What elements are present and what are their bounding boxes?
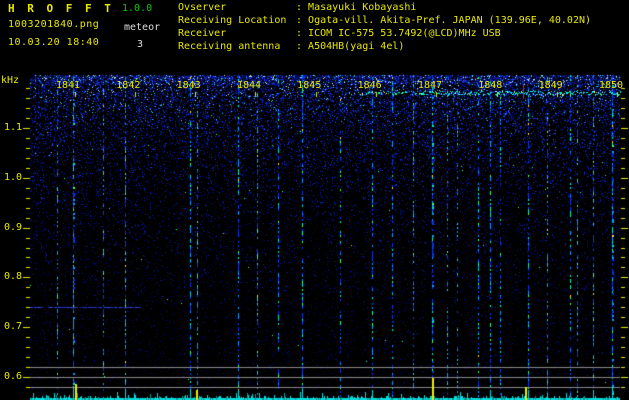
freq-tick-label: 0.8 [3, 271, 22, 283]
info-row: Receiving antenna A504HB(yagi 4el) [178, 41, 591, 54]
info-value: Ogata-vill. Akita-Pref. JAPAN (139.96E, … [296, 15, 591, 26]
output-filename: 1003201840.png [8, 19, 100, 30]
time-tick-label: 1843 [176, 80, 201, 91]
info-label: Receiver [178, 28, 227, 39]
time-tick-label: 1841 [55, 80, 81, 91]
time-tick-label: 1842 [116, 80, 141, 91]
info-row: Receiving Location Ogata-vill. Akita-Pref… [178, 15, 591, 28]
time-tick-label: 1848 [478, 80, 503, 91]
freq-tick-label: 0.7 [3, 321, 22, 333]
info-value: ICOM IC-575 53.7492(@LCD)MHz USB [296, 28, 501, 39]
freq-tick-label: 1.0 [3, 171, 22, 183]
info-row: Ovserver Masayuki Kobayashi [178, 2, 591, 15]
time-tick-label: 1846 [357, 80, 382, 91]
app-version: 1.0.0 [122, 3, 153, 14]
info-label: Receiving Location [178, 15, 287, 26]
info-value: Masayuki Kobayashi [296, 2, 416, 13]
info-row: Receiver ICOM IC-575 53.7492(@LCD)MHz USB [178, 28, 591, 41]
time-tick-label: 1849 [538, 80, 563, 91]
echo-count: 3 [137, 39, 144, 50]
observation-mode: meteor [124, 22, 161, 33]
hrofft-screen: H R O F F T 1.0.0 1003201840.png meteor … [0, 0, 629, 400]
station-info-block: Ovserver Masayuki Kobayashi Receiving Loca… [178, 2, 591, 54]
khz-axis-label: kHz [1, 75, 20, 86]
time-tick-label: 1845 [297, 80, 322, 91]
time-tick-label: 1850 [598, 80, 624, 91]
spectrogram-canvas [0, 0, 629, 400]
time-tick-label: 1847 [417, 80, 443, 91]
observation-datetime: 10.03.20 18:40 [8, 37, 100, 48]
info-label: Ovserver [178, 2, 227, 13]
freq-tick-label: 0.6 [3, 371, 22, 382]
info-label: Receiving antenna [178, 41, 281, 52]
time-tick-label: 1844 [236, 80, 262, 91]
info-value: A504HB(yagi 4el) [296, 41, 404, 52]
app-title: H R O F F T [8, 2, 114, 15]
freq-tick-label: 1.1 [3, 122, 22, 133]
freq-tick-label: 0.9 [3, 221, 22, 233]
